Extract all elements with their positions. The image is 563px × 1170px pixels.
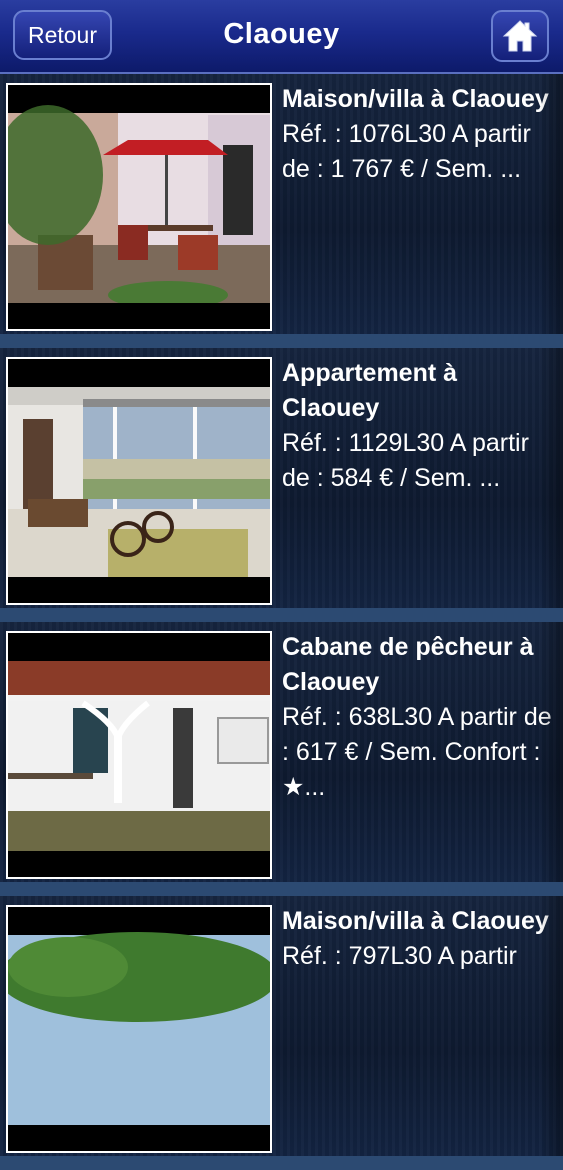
listing-description: Réf. : 1076L30 A partir de : 1 767 € / S…	[282, 120, 531, 183]
home-icon	[502, 20, 538, 52]
listing-text: Appartement à Claouey Réf. : 1129L30 A p…	[282, 356, 554, 496]
listing-text: Maison/villa à Claouey Réf. : 1076L30 A …	[282, 82, 554, 187]
listing-title: Maison/villa à Claouey	[282, 85, 549, 113]
list-item[interactable]: Maison/villa à Claouey Réf. : 797L30 A p…	[0, 896, 563, 1170]
listing-description: Réf. : 797L30 A partir	[282, 942, 517, 970]
listing-title: Appartement à Claouey	[282, 359, 458, 422]
listing-list[interactable]: Maison/villa à Claouey Réf. : 1076L30 A …	[0, 74, 563, 1170]
listing-photo	[6, 357, 272, 605]
page-title: Claouey	[223, 18, 340, 50]
listing-photo	[6, 631, 272, 879]
listing-text: Cabane de pêcheur à Claouey Réf. : 638L3…	[282, 630, 554, 805]
listing-text: Maison/villa à Claouey Réf. : 797L30 A p…	[282, 904, 554, 974]
list-item[interactable]: Appartement à Claouey Réf. : 1129L30 A p…	[0, 348, 563, 622]
listing-photo	[6, 905, 272, 1153]
listing-description: Réf. : 638L30 A partir de : 617 € / Sem.…	[282, 703, 552, 801]
listing-title: Maison/villa à Claouey	[282, 907, 549, 935]
listing-description: Réf. : 1129L30 A partir de : 584 € / Sem…	[282, 429, 529, 492]
listing-photo	[6, 83, 272, 331]
list-item[interactable]: Cabane de pêcheur à Claouey Réf. : 638L3…	[0, 622, 563, 896]
listing-title: Cabane de pêcheur à Claouey	[282, 633, 534, 696]
list-item[interactable]: Maison/villa à Claouey Réf. : 1076L30 A …	[0, 74, 563, 348]
app-header: Retour Claouey	[0, 0, 563, 74]
home-button[interactable]	[491, 10, 549, 62]
